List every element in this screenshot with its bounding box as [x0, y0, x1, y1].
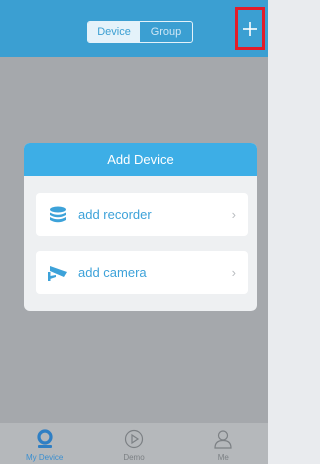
camera-icon [46, 261, 70, 285]
plus-icon [243, 21, 257, 36]
add-recorder-label: add recorder [78, 207, 152, 222]
segment-device[interactable]: Device [88, 22, 140, 42]
tab-demo-label: Demo [123, 453, 145, 462]
segment-group[interactable]: Group [140, 22, 192, 42]
add-device-dialog: Add Device add recorder › add camera › [24, 143, 257, 311]
database-icon [46, 203, 70, 227]
dialog-title: Add Device [24, 143, 257, 176]
bottom-tab-bar: My Device Demo Me [0, 423, 268, 464]
add-camera-label: add camera [78, 265, 147, 280]
chevron-right-icon: › [231, 207, 236, 222]
add-camera-option[interactable]: add camera › [36, 251, 248, 294]
person-icon [212, 428, 234, 450]
add-recorder-option[interactable]: add recorder › [36, 193, 248, 236]
add-device-button[interactable] [235, 7, 265, 50]
tab-my-device[interactable]: My Device [0, 423, 89, 464]
tab-demo[interactable]: Demo [89, 423, 178, 464]
play-circle-icon [123, 428, 145, 450]
device-group-segmented-control: Device Group [87, 21, 193, 43]
user-pin-icon [34, 428, 56, 450]
tab-me-label: Me [217, 453, 229, 462]
tab-me[interactable]: Me [179, 423, 268, 464]
top-navigation-bar: Device Group [0, 0, 268, 57]
chevron-right-icon: › [231, 265, 236, 280]
tab-my-device-label: My Device [25, 453, 64, 462]
